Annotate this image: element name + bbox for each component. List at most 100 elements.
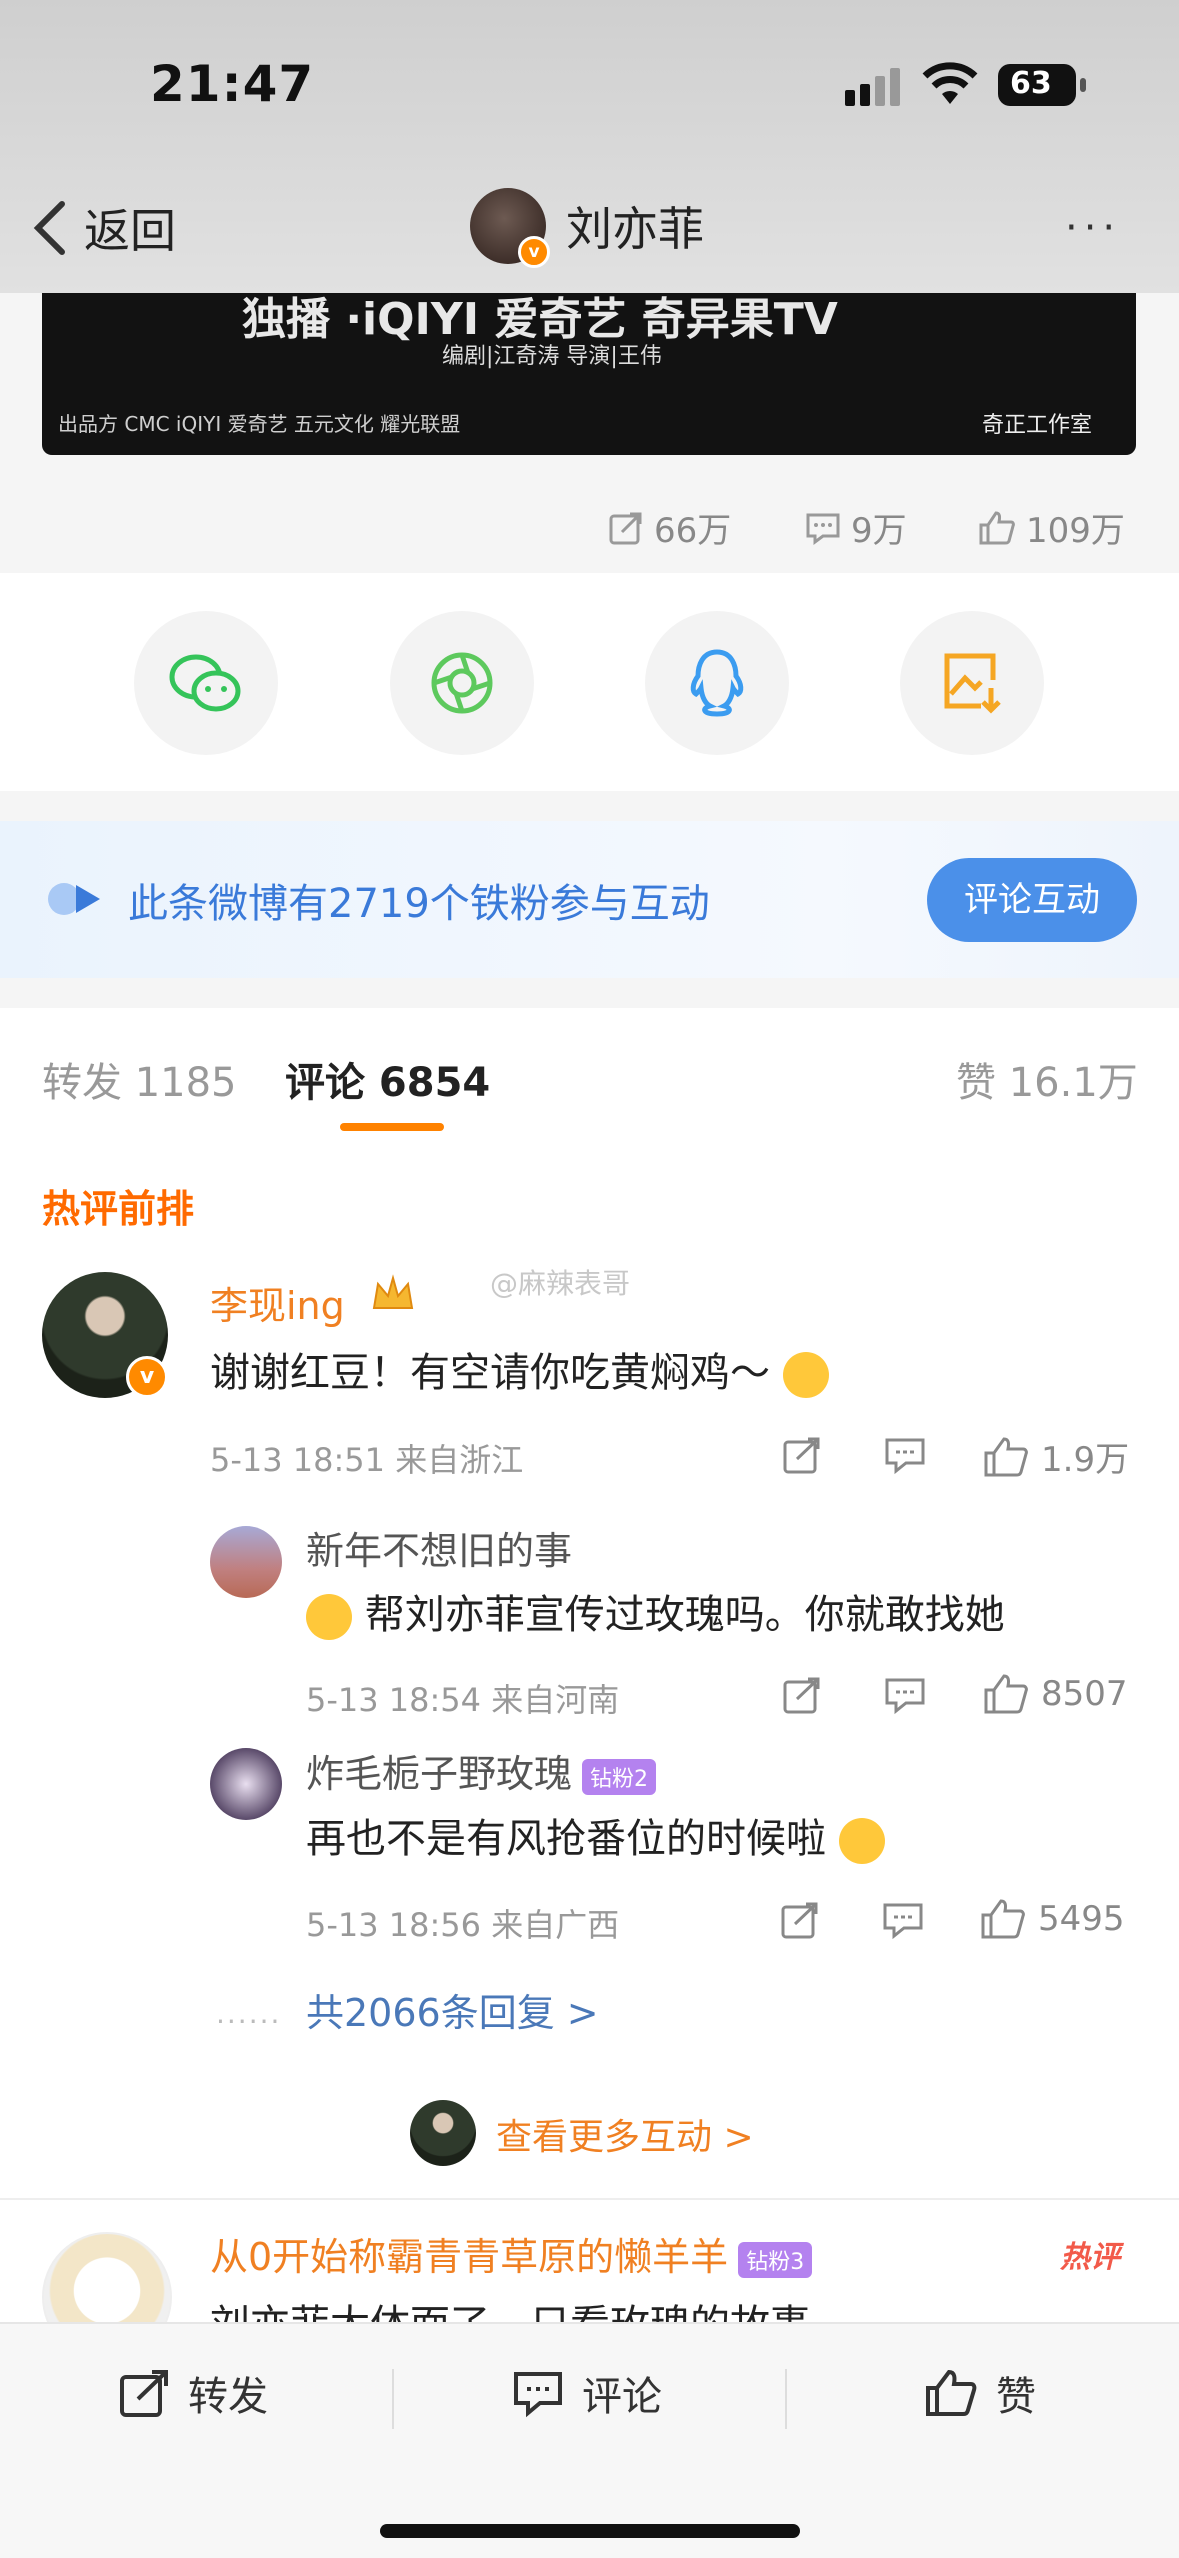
reply-like-count: 8507 bbox=[1041, 1674, 1128, 1714]
reply-username: 炸毛栀子野玫瑰 钻粉2 bbox=[306, 1743, 657, 1798]
reply-like-button[interactable]: 5495 bbox=[980, 1897, 1125, 1941]
fan-level-badge: 钻粉3 bbox=[738, 2241, 813, 2278]
avatar[interactable]: v bbox=[42, 1272, 168, 1398]
avatar[interactable] bbox=[210, 1748, 282, 1820]
back-label: 返回 bbox=[84, 204, 176, 258]
comment-count[interactable]: 9万 bbox=[805, 503, 907, 552]
thumbs-up-icon bbox=[981, 1899, 1025, 1939]
comment-icon bbox=[883, 1903, 923, 1940]
tab-repost[interactable]: 转发 1185 bbox=[42, 1050, 237, 1108]
comment-username: 从0开始称霸青青草原的懒羊羊 钻粉3 bbox=[210, 2226, 813, 2281]
comment-text-content: 谢谢红豆！有空请你吃黄焖鸡～ bbox=[210, 1350, 770, 1396]
thumbs-up-icon bbox=[984, 1436, 1028, 1476]
wechat-icon bbox=[169, 654, 241, 712]
post-stats: 66万 9万 109万 bbox=[0, 455, 1179, 573]
repost-icon bbox=[783, 1437, 820, 1474]
emoji-icon bbox=[782, 1352, 829, 1398]
reply-username-text[interactable]: 炸毛栀子野玫瑰 bbox=[306, 1752, 572, 1796]
battery-icon: 63 bbox=[998, 64, 1076, 106]
comment-count-value: 9万 bbox=[851, 511, 907, 551]
share-qq-button[interactable] bbox=[645, 611, 789, 755]
thumbs-up-icon bbox=[984, 1674, 1028, 1714]
repost-button[interactable]: 转发 bbox=[118, 2364, 268, 2422]
hot-comments-title: 热评前排 bbox=[42, 1187, 195, 1231]
reply-comment-button[interactable] bbox=[884, 1675, 926, 1719]
hot-comment-tag: 热评 bbox=[1060, 2240, 1120, 2275]
comment-interact-button[interactable]: 评论互动 bbox=[927, 858, 1137, 942]
crown-icon bbox=[370, 1274, 416, 1318]
avatar[interactable] bbox=[210, 1526, 282, 1598]
repost-icon bbox=[781, 1902, 818, 1939]
active-tab-indicator bbox=[340, 1123, 444, 1131]
comment-text: 谢谢红豆！有空请你吃黄焖鸡～ bbox=[210, 1340, 829, 1398]
verified-badge-icon: v bbox=[518, 236, 550, 268]
moments-icon bbox=[431, 652, 493, 714]
reply-thread-dots: ······ bbox=[216, 2005, 282, 2038]
repost-count-value: 66万 bbox=[654, 511, 732, 551]
save-image-icon bbox=[944, 653, 1001, 714]
share-row bbox=[0, 573, 1179, 791]
post-image-banner[interactable]: 独播 ·iQIYI 爱奇艺 奇异果TV 编剧|江奇涛 导演|王伟 出品方 CMC… bbox=[42, 293, 1136, 455]
reply-text-content: 帮刘亦菲宣传过玫瑰吗。你就敢找她 bbox=[364, 1592, 1005, 1638]
watermark: @麻辣表哥 bbox=[490, 1267, 631, 1300]
like-count-value: 109万 bbox=[1026, 511, 1125, 551]
comment-label: 评论 bbox=[582, 2374, 662, 2420]
comment-icon bbox=[885, 1678, 925, 1715]
wifi-icon bbox=[922, 62, 978, 110]
divider bbox=[392, 2369, 394, 2429]
avatar bbox=[410, 2100, 476, 2166]
repost-icon bbox=[120, 2370, 168, 2417]
more-options-button[interactable]: ··· bbox=[1065, 205, 1121, 251]
repost-label: 转发 bbox=[188, 2374, 268, 2420]
bottom-action-bar: 转发 评论 赞 bbox=[0, 2322, 1179, 2558]
like-button[interactable]: 赞 bbox=[924, 2364, 1036, 2422]
comment-username[interactable]: 李现ing bbox=[210, 1275, 345, 1330]
thumbs-up-icon bbox=[926, 2369, 977, 2416]
comment-reply-button[interactable] bbox=[884, 1435, 926, 1479]
view-more-interactions-link[interactable]: 查看更多互动 > bbox=[496, 2108, 754, 2160]
play-indicator-icon bbox=[46, 881, 104, 921]
battery-level: 63 bbox=[1010, 66, 1052, 101]
repost-count[interactable]: 66万 bbox=[608, 503, 731, 552]
view-all-replies-link[interactable]: 共2066条回复 > bbox=[306, 1982, 599, 2037]
iron-fans-banner: 此条微博有2719个铁粉参与互动 评论互动 bbox=[0, 821, 1179, 978]
home-indicator bbox=[380, 2524, 800, 2538]
comment-icon bbox=[885, 1438, 925, 1475]
fan-level-badge: 钻粉2 bbox=[582, 1758, 657, 1795]
reply-repost-button[interactable] bbox=[782, 1675, 822, 1719]
save-image-button[interactable] bbox=[900, 611, 1044, 755]
share-wechat-button[interactable] bbox=[134, 611, 278, 755]
comment-like-button[interactable]: 1.9万 bbox=[983, 1432, 1129, 1481]
qq-icon bbox=[690, 649, 744, 717]
repost-icon bbox=[783, 1677, 820, 1714]
comment-username-text[interactable]: 从0开始称霸青青草原的懒羊羊 bbox=[210, 2235, 728, 2279]
reply-like-count: 5495 bbox=[1038, 1899, 1125, 1939]
comment-like-count: 1.9万 bbox=[1041, 1440, 1130, 1480]
share-moments-button[interactable] bbox=[390, 611, 534, 755]
banner-credits: 编剧|江奇涛 导演|王伟 bbox=[442, 344, 662, 369]
interaction-tabs: 转发 1185 评论 6854 赞 16.1万 bbox=[0, 1008, 1179, 1142]
battery-tip bbox=[1080, 78, 1086, 92]
comment-button[interactable]: 评论 bbox=[512, 2364, 662, 2422]
comment-repost-button[interactable] bbox=[782, 1435, 822, 1479]
reply-username[interactable]: 新年不想旧的事 bbox=[306, 1520, 572, 1575]
verified-badge-icon: v bbox=[126, 1356, 168, 1398]
divider bbox=[0, 2198, 1179, 2200]
reply-like-button[interactable]: 8507 bbox=[983, 1672, 1128, 1716]
avatar: v bbox=[470, 188, 550, 268]
reply-repost-button[interactable] bbox=[780, 1900, 820, 1944]
reply-comment-button[interactable] bbox=[882, 1900, 924, 1944]
repost-icon bbox=[609, 512, 642, 544]
like-icon bbox=[979, 510, 1015, 544]
reply-meta: 5-13 18:56 来自广西 bbox=[306, 1906, 620, 1944]
tab-comment[interactable]: 评论 6854 bbox=[285, 1050, 490, 1108]
reply-text-content: 再也不是有风抢番位的时候啦 bbox=[306, 1816, 826, 1862]
banner-studio: 奇正工作室 bbox=[982, 413, 1093, 438]
like-count[interactable]: 109万 bbox=[978, 503, 1125, 552]
shocked-emoji-icon bbox=[838, 1818, 885, 1864]
iron-fans-text: 此条微博有2719个铁粉参与互动 bbox=[128, 881, 710, 927]
profile-header[interactable]: v 刘亦菲 bbox=[470, 188, 704, 268]
tab-like[interactable]: 赞 16.1万 bbox=[956, 1050, 1138, 1108]
back-button[interactable]: 返回 bbox=[30, 195, 176, 261]
reply-text: 再也不是有风抢番位的时候啦 bbox=[306, 1806, 885, 1864]
